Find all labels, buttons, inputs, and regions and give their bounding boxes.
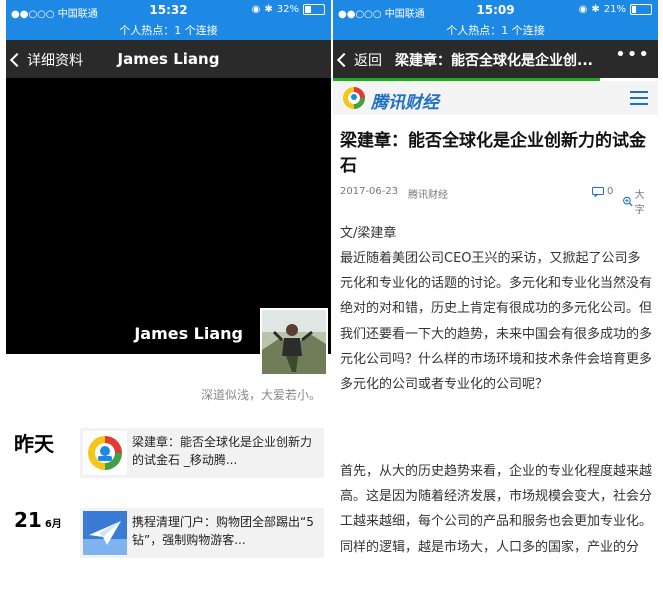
- font-size-button[interactable]: 大字: [623, 186, 652, 216]
- paper-plane-thumbnail-icon: [83, 511, 127, 555]
- moment-day: 昨天: [14, 432, 54, 456]
- moment-date-yesterday: 昨天: [14, 428, 54, 457]
- avatar[interactable]: [260, 308, 328, 376]
- moment-day: 21: [14, 508, 42, 532]
- moment-month: 6月: [44, 519, 62, 530]
- site-logo-text[interactable]: 腾讯财经: [371, 88, 439, 113]
- back-label: 返回: [354, 53, 382, 69]
- moment-post[interactable]: 梁建章：能否全球化是企业创新力的试金石 _移动腾...: [80, 428, 324, 478]
- lock-rotation-icon: ◉: [251, 4, 261, 15]
- moment-date-21: 21 6月: [14, 508, 62, 532]
- comment-count: 0: [607, 186, 614, 197]
- zoom-in-icon: [623, 196, 633, 206]
- article-date: 2017-06-23: [340, 186, 399, 197]
- hotspot-bar[interactable]: 个人热点：1 个连接: [333, 22, 658, 40]
- lock-rotation-icon: ◉: [578, 4, 588, 15]
- status-bar: ●●○○○ 中国联通 15:32 ◉ ✱ 32%: [6, 0, 331, 22]
- bluetooth-icon: ✱: [591, 4, 600, 15]
- comment-icon: [592, 186, 604, 197]
- battery-percent: 32%: [276, 4, 299, 15]
- album-cover[interactable]: James Liang: [6, 78, 331, 376]
- battery-fill: [632, 6, 636, 13]
- cover-name: James Liang: [134, 324, 243, 343]
- moment-post[interactable]: 携程清理门户：购物团全部踢出“5钻”，强制购物游客...: [80, 508, 324, 558]
- chevron-left-icon: [336, 52, 352, 68]
- more-options-icon[interactable]: •••: [615, 44, 650, 65]
- moment-post-text: 携程清理门户：购物团全部踢出“5钻”，强制购物游客...: [132, 515, 314, 547]
- bluetooth-icon: ✱: [264, 4, 273, 15]
- article-paragraph: 首先，从大的历史趋势来看，企业的专业化程度越来越高。这是因为随着经济发展，市场规…: [340, 464, 653, 555]
- nav-bar: 详细资料 James Liang: [6, 40, 331, 78]
- site-header: 腾讯财经: [333, 81, 658, 115]
- hamburger-menu-icon[interactable]: [630, 91, 648, 105]
- status-bar: ●●○○○ 中国联通 15:09 ◉ ✱ 21%: [333, 0, 658, 22]
- comment-button[interactable]: 0: [592, 186, 613, 197]
- nav-title: 梁建章：能否全球化是企业创...: [395, 53, 593, 69]
- battery-icon: [303, 4, 325, 15]
- back-button[interactable]: 返回: [336, 50, 382, 70]
- right-phone-screen: ●●○○○ 中国联通 15:09 ◉ ✱ 21% 个人热点：1 个连接 返回 梁…: [333, 0, 658, 599]
- tencent-finance-logo-icon[interactable]: [341, 85, 367, 111]
- article-byline: 文/梁建章: [340, 226, 397, 241]
- battery-fill: [305, 6, 311, 13]
- battery-icon: [630, 4, 652, 15]
- tencent-news-logo-icon: [83, 431, 127, 475]
- signature-text: 深道似浅，大爱若小。: [200, 388, 321, 402]
- article-paragraph: 最近随着美团公司CEO王兴的采访，又掀起了公司多元化和专业化的话题的讨论。多元化…: [340, 251, 653, 393]
- article-title: 梁建章：能否全球化是企业创新力的试金石: [340, 131, 646, 176]
- avatar-photo-icon: [262, 310, 326, 374]
- hotspot-bar[interactable]: 个人热点：1 个连接: [6, 22, 331, 40]
- nav-bar: 返回 梁建章：能否全球化是企业创... •••: [333, 40, 658, 78]
- article-source[interactable]: 腾讯财经: [408, 186, 448, 201]
- status-right-group: ◉ ✱ 32%: [252, 4, 325, 15]
- font-size-label: 大字: [634, 190, 645, 216]
- battery-percent: 21%: [603, 4, 626, 15]
- moment-post-text: 梁建章：能否全球化是企业创新力的试金石 _移动腾...: [132, 435, 313, 467]
- left-phone-screen: ●●○○○ 中国联通 15:32 ◉ ✱ 32% 个人热点：1 个连接 详细资料…: [6, 0, 331, 599]
- status-right-group: ◉ ✱ 21%: [579, 4, 652, 15]
- nav-title: James Liang: [117, 50, 220, 68]
